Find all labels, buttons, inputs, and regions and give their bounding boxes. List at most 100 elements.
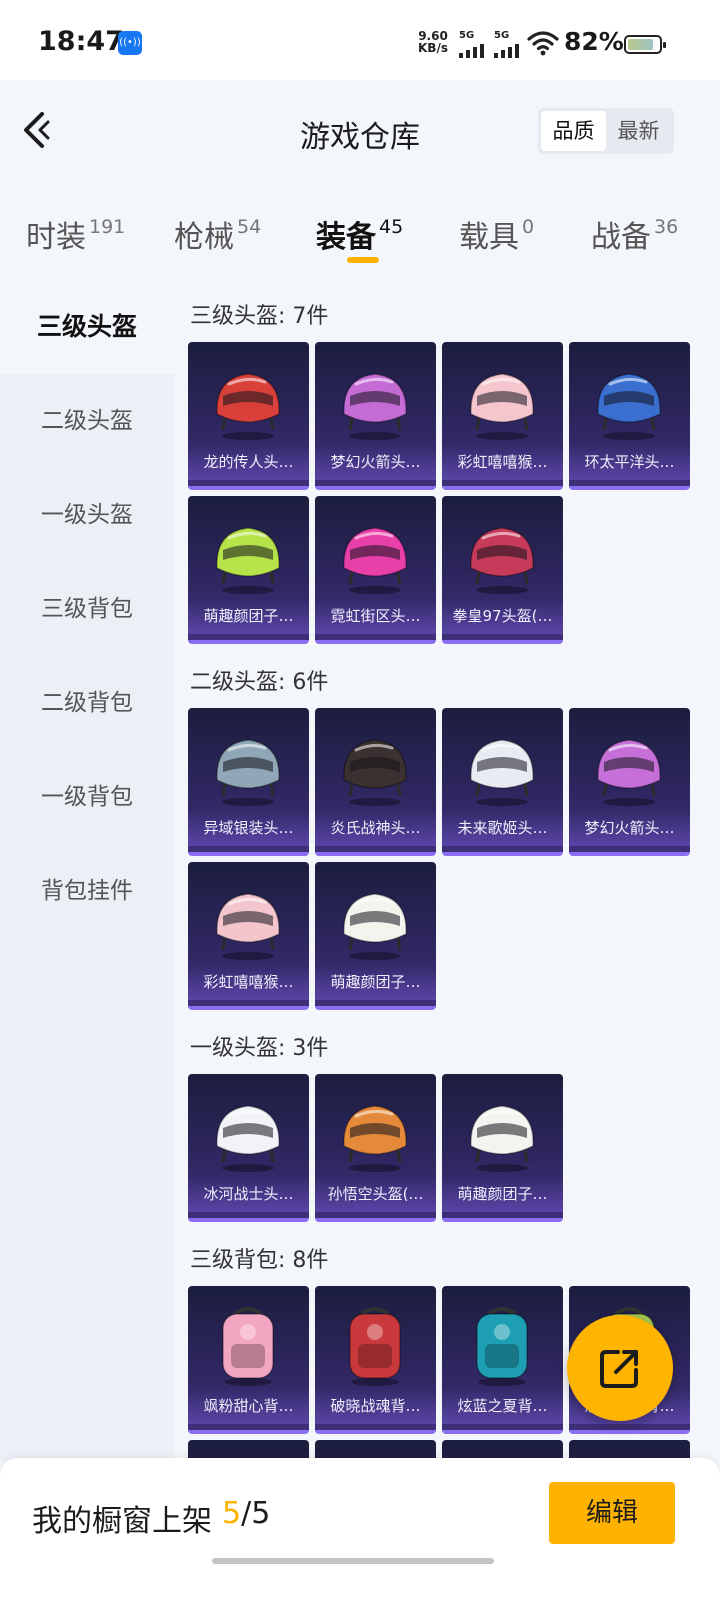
tab-fashion[interactable]: 时装 191: [26, 212, 125, 256]
item-card[interactable]: [442, 1440, 563, 1460]
item-card[interactable]: 飒粉甜心背…: [188, 1286, 309, 1434]
tab-count: 0: [522, 216, 535, 238]
sidebar-item-level1-helmet[interactable]: 一级头盔: [0, 468, 174, 562]
sidebar-item-level1-backpack[interactable]: 一级背包: [0, 750, 174, 844]
item-name: 萌趣颜团子…: [188, 598, 309, 634]
item-card[interactable]: 炎氏战神头…: [315, 708, 436, 856]
share-floating-button[interactable]: [567, 1315, 673, 1421]
sidebar-item-level3-backpack[interactable]: 三级背包: [0, 562, 174, 656]
tab-vehicles[interactable]: 载具 0: [459, 212, 534, 256]
share-external-icon: [600, 1350, 638, 1388]
sidebar-item-level2-helmet[interactable]: 二级头盔: [0, 374, 174, 468]
item-card[interactable]: 梦幻火箭头…: [315, 342, 436, 490]
network-speed-unit: KB/s: [418, 41, 448, 55]
status-bar: 18:47 ((•)) 9.60 KB/s 5G 5G 82%: [0, 0, 720, 80]
helmet-icon: [203, 510, 293, 600]
tab-equipment[interactable]: 装备 45: [316, 212, 403, 256]
item-name: 孙悟空头盔(…: [315, 1176, 436, 1212]
backpack-icon: [330, 1300, 420, 1390]
section-title: 三级头盔: 7件: [190, 304, 329, 329]
helmet-icon: [330, 510, 420, 600]
tab-count: 45: [379, 216, 404, 238]
helmet-icon: [203, 722, 293, 812]
tab-count: 54: [237, 216, 262, 238]
section-title: 二级头盔: 6件: [190, 670, 329, 695]
item-card[interactable]: 冰河战士头…: [188, 1074, 309, 1222]
item-grid: 三级头盔: 7件 龙的传人头… 梦幻火箭头… 彩虹嘻嘻猴… 环太平洋头… 萌趣颜…: [174, 280, 720, 1460]
item-name: 梦幻火箭头…: [569, 810, 690, 846]
item-name: 萌趣颜团子…: [442, 1176, 563, 1212]
tab-label: 时装: [26, 220, 86, 255]
sidebar-item-level3-helmet[interactable]: 三级头盔: [0, 280, 174, 374]
helmet-icon: [457, 510, 547, 600]
item-card[interactable]: 环太平洋头…: [569, 342, 690, 490]
item-card[interactable]: 异域银装头…: [188, 708, 309, 856]
helmet-icon: [457, 1088, 547, 1178]
home-indicator[interactable]: [212, 1558, 494, 1564]
item-card[interactable]: 未来歌姬头…: [442, 708, 563, 856]
helmet-icon: [584, 356, 674, 446]
item-card[interactable]: 龙的传人头…: [188, 342, 309, 490]
helmet-icon: [203, 1088, 293, 1178]
sort-option-newest[interactable]: 最新: [606, 111, 671, 151]
item-name: 炫蓝之夏背…: [442, 1388, 563, 1424]
sidebar-item-level2-backpack[interactable]: 二级背包: [0, 656, 174, 750]
item-name: 萌趣颜团子…: [315, 964, 436, 1000]
item-card[interactable]: 萌趣颜团子…: [442, 1074, 563, 1222]
backpack-icon: [457, 1300, 547, 1390]
app-header: 游戏仓库 品质 最新: [0, 80, 720, 180]
helmet-icon: [457, 722, 547, 812]
item-card[interactable]: 萌趣颜团子…: [188, 496, 309, 644]
item-card[interactable]: 炫蓝之夏背…: [442, 1286, 563, 1434]
item-card[interactable]: [315, 1440, 436, 1460]
helmet-icon: [330, 876, 420, 966]
status-time: 18:47: [38, 26, 124, 57]
network-speed: 9.60 KB/s: [418, 30, 448, 54]
notification-badge-icon: ((•)): [118, 31, 142, 55]
tab-label: 装备: [316, 220, 376, 255]
section-title: 三级背包: 8件: [190, 1248, 329, 1273]
item-name: 破晓战魂背…: [315, 1388, 436, 1424]
showcase-total: 5: [251, 1496, 271, 1531]
tab-supplies[interactable]: 战备 36: [591, 212, 678, 256]
item-card[interactable]: 霓虹街区头…: [315, 496, 436, 644]
helmet-icon: [330, 1088, 420, 1178]
item-card[interactable]: 破晓战魂背…: [315, 1286, 436, 1434]
item-card[interactable]: [188, 1440, 309, 1460]
sidebar: 三级头盔 二级头盔 一级头盔 三级背包 二级背包 一级背包 背包挂件: [0, 280, 174, 1460]
item-name: 飒粉甜心背…: [188, 1388, 309, 1424]
item-card[interactable]: 孙悟空头盔(…: [315, 1074, 436, 1222]
item-card[interactable]: 拳皇97头盔(…: [442, 496, 563, 644]
showcase-count: 5/5: [222, 1496, 270, 1531]
helmet-icon: [330, 356, 420, 446]
helmet-icon: [330, 722, 420, 812]
item-name: 龙的传人头…: [188, 444, 309, 480]
item-card[interactable]: 彩虹嘻嘻猴…: [442, 342, 563, 490]
showcase-bar: 我的橱窗上架 5/5 编辑: [0, 1458, 720, 1600]
helmet-icon: [203, 356, 293, 446]
showcase-separator: /: [241, 1496, 252, 1531]
helmet-icon: [584, 722, 674, 812]
helmet-icon: [457, 356, 547, 446]
item-name: 霓虹街区头…: [315, 598, 436, 634]
edit-button[interactable]: 编辑: [549, 1482, 675, 1544]
wifi-icon: [527, 31, 559, 56]
active-tab-indicator: [347, 257, 379, 263]
item-name: 梦幻火箭头…: [315, 444, 436, 480]
sort-option-quality[interactable]: 品质: [541, 111, 606, 151]
section-title: 一级头盔: 3件: [190, 1036, 329, 1061]
sort-toggle: 品质 最新: [538, 108, 674, 154]
item-card[interactable]: [569, 1440, 690, 1460]
category-tabs: 时装 191 枪械 54 装备 45 载具 0 战备 36: [0, 180, 720, 280]
sidebar-item-backpack-pendant[interactable]: 背包挂件: [0, 844, 174, 938]
showcase-label: 我的橱窗上架: [32, 1504, 212, 1539]
item-name: 异域银装头…: [188, 810, 309, 846]
tab-weapons[interactable]: 枪械 54: [174, 212, 261, 256]
item-card[interactable]: 萌趣颜团子…: [315, 862, 436, 1010]
item-name: 冰河战士头…: [188, 1176, 309, 1212]
item-card[interactable]: 梦幻火箭头…: [569, 708, 690, 856]
item-card[interactable]: 彩虹嘻嘻猴…: [188, 862, 309, 1010]
item-name: 彩虹嘻嘻猴…: [188, 964, 309, 1000]
tab-label: 载具: [459, 220, 519, 255]
item-name: 拳皇97头盔(…: [442, 598, 563, 634]
